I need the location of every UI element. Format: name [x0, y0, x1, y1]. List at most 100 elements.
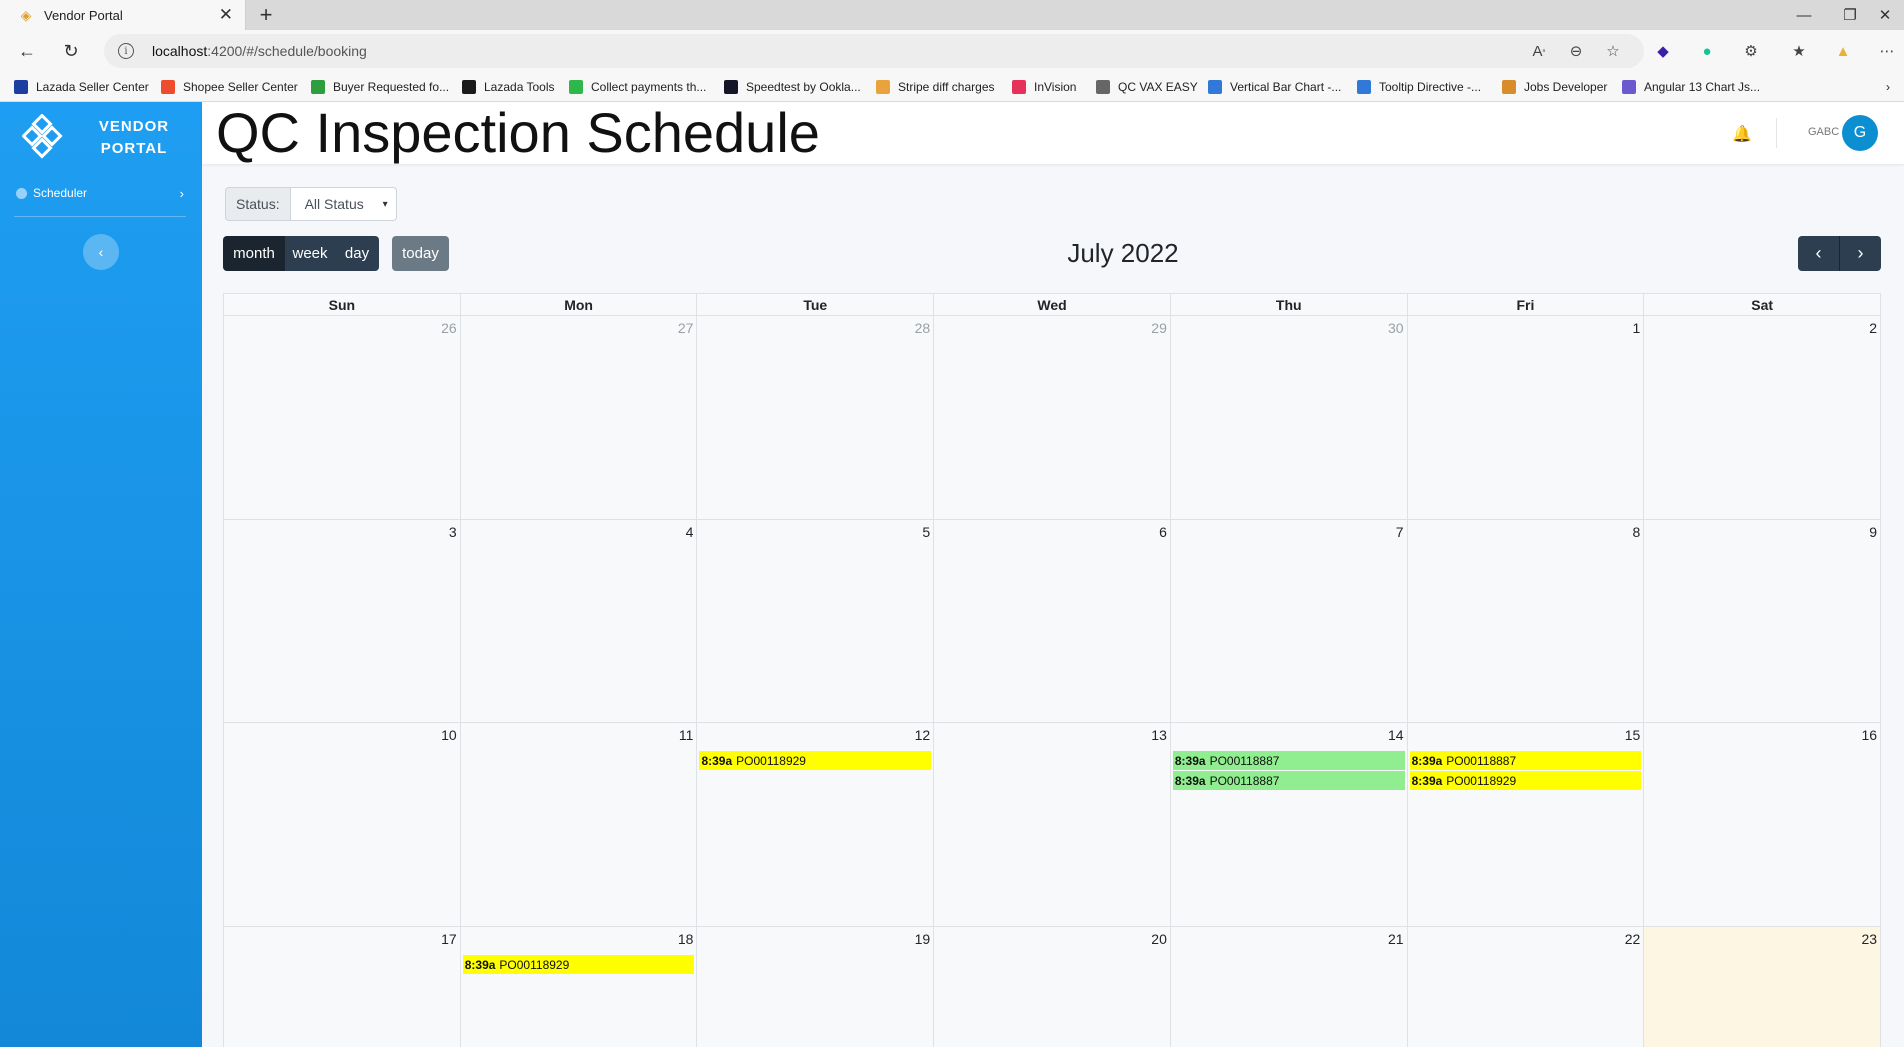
calendar-day-cell[interactable]: 17	[224, 927, 460, 1047]
day-number[interactable]: 11	[679, 727, 694, 743]
calendar-day-cell[interactable]: 2	[1643, 316, 1881, 519]
calendar-day-cell[interactable]: 30	[1169, 316, 1407, 519]
bell-icon[interactable]: 🔔	[1732, 124, 1752, 144]
bookmark-item[interactable]: Lazada Tools	[462, 78, 555, 96]
day-number[interactable]: 30	[1388, 320, 1404, 336]
url-field[interactable]: i localhost:4200/#/schedule/booking	[104, 34, 1644, 68]
calendar-day-cell[interactable]: 13	[933, 723, 1170, 926]
calendar-day-cell[interactable]: 19	[696, 927, 934, 1047]
more-options-icon[interactable]: ⋯	[1876, 40, 1898, 62]
bookmark-item[interactable]: Shopee Seller Center	[161, 78, 298, 96]
close-tab-icon[interactable]: ✕	[219, 5, 233, 25]
today-button[interactable]: today	[392, 236, 449, 271]
calendar-day-cell[interactable]: 10	[224, 723, 460, 926]
bookmark-item[interactable]: Tooltip Directive -...	[1357, 78, 1481, 96]
collapse-sidebar-button[interactable]: ‹	[83, 234, 119, 270]
calendar-day-cell[interactable]: 4	[459, 520, 697, 722]
sidebar-item-scheduler[interactable]: Scheduler ›	[12, 182, 188, 204]
calendar-day-cell[interactable]: 22	[1406, 927, 1644, 1047]
calendar-day-cell[interactable]: 12 8:39a PO00118929	[696, 723, 934, 926]
extension-icon[interactable]: ◆	[1652, 40, 1674, 62]
back-icon[interactable]: ←	[12, 36, 42, 66]
calendar-event[interactable]: 8:39a PO00118929	[1409, 771, 1642, 790]
bookmark-item[interactable]: Buyer Requested fo...	[311, 78, 449, 96]
day-number[interactable]: 28	[915, 320, 931, 336]
day-number[interactable]: 7	[1396, 524, 1404, 540]
next-month-button[interactable]: ›	[1839, 236, 1881, 271]
calendar-day-cell[interactable]: 14 8:39a PO00118887 8:39a PO00118887	[1169, 723, 1407, 926]
bookmark-item[interactable]: Angular 13 Chart Js...	[1622, 78, 1760, 96]
refresh-icon[interactable]: ↻	[56, 36, 86, 66]
calendar-day-cell[interactable]: 29	[933, 316, 1170, 519]
calendar-day-cell[interactable]: 11	[459, 723, 697, 926]
day-number[interactable]: 16	[1861, 727, 1877, 743]
bookmark-item[interactable]: Lazada Seller Center	[14, 78, 149, 96]
bookmark-item[interactable]: Jobs Developer	[1502, 78, 1607, 96]
favorite-add-icon[interactable]: ☆	[1602, 40, 1624, 62]
calendar-day-cell[interactable]: 9	[1643, 520, 1881, 722]
day-number[interactable]: 29	[1151, 320, 1167, 336]
day-number[interactable]: 3	[449, 524, 457, 540]
calendar-day-cell[interactable]: 1	[1406, 316, 1644, 519]
day-number[interactable]: 10	[441, 727, 457, 743]
calendar-day-cell[interactable]: 3	[224, 520, 460, 722]
extensions-icon[interactable]: ⚙	[1740, 40, 1762, 62]
day-number[interactable]: 15	[1625, 727, 1641, 743]
calendar-day-cell[interactable]: 20	[933, 927, 1170, 1047]
read-aloud-icon[interactable]: Aⁿ	[1528, 40, 1550, 62]
day-number[interactable]: 26	[441, 320, 457, 336]
bookmark-item[interactable]: InVision	[1012, 78, 1076, 96]
day-number[interactable]: 8	[1633, 524, 1641, 540]
calendar-event[interactable]: 8:39a PO00118929	[699, 751, 932, 770]
site-info-icon[interactable]: i	[118, 43, 134, 59]
calendar-day-cell[interactable]: 8	[1406, 520, 1644, 722]
profile-icon[interactable]: ▲	[1832, 40, 1854, 62]
calendar-day-cell[interactable]: 16	[1643, 723, 1881, 926]
calendar-event[interactable]: 8:39a PO00118887	[1409, 751, 1642, 770]
calendar-event[interactable]: 8:39a PO00118929	[462, 955, 695, 974]
bookmark-item[interactable]: QC VAX EASY	[1096, 78, 1198, 96]
calendar-day-cell[interactable]: 23	[1643, 927, 1881, 1047]
favorites-icon[interactable]: ★	[1788, 40, 1810, 62]
day-number[interactable]: 21	[1388, 931, 1404, 947]
zoom-icon[interactable]: ⊖	[1565, 40, 1587, 62]
calendar-day-cell[interactable]: 26	[224, 316, 460, 519]
minimize-icon[interactable]: —	[1782, 0, 1826, 30]
calendar-event[interactable]: 8:39a PO00118887	[1172, 751, 1405, 770]
browser-tab[interactable]: ◈ Vendor Portal ✕	[0, 0, 246, 30]
day-number[interactable]: 1	[1633, 320, 1641, 336]
week-view-button[interactable]: week	[285, 236, 335, 271]
calendar-day-cell[interactable]: 15 8:39a PO00118887 8:39a PO00118929	[1406, 723, 1644, 926]
bookmark-item[interactable]: Stripe diff charges	[876, 78, 995, 96]
day-number[interactable]: 6	[1159, 524, 1167, 540]
calendar-day-cell[interactable]: 7	[1169, 520, 1407, 722]
day-number[interactable]: 18	[678, 931, 694, 947]
calendar-day-cell[interactable]: 27	[459, 316, 697, 519]
calendar-day-cell[interactable]: 28	[696, 316, 934, 519]
calendar-event[interactable]: 8:39a PO00118887	[1172, 771, 1405, 790]
day-number[interactable]: 14	[1388, 727, 1404, 743]
avatar[interactable]: G	[1842, 115, 1878, 151]
day-number[interactable]: 22	[1625, 931, 1641, 947]
new-tab-icon[interactable]: +	[253, 2, 279, 28]
calendar-day-cell[interactable]: 21	[1169, 927, 1407, 1047]
day-number[interactable]: 12	[915, 727, 931, 743]
grammarly-icon[interactable]: ●	[1696, 40, 1718, 62]
calendar-day-cell[interactable]: 18 8:39a PO00118929	[459, 927, 697, 1047]
bookmark-item[interactable]: Vertical Bar Chart -...	[1208, 78, 1341, 96]
day-number[interactable]: 19	[915, 931, 931, 947]
day-number[interactable]: 13	[1151, 727, 1167, 743]
day-number[interactable]: 27	[678, 320, 694, 336]
day-view-button[interactable]: day	[335, 236, 379, 271]
close-window-icon[interactable]: ✕	[1866, 0, 1904, 30]
day-number[interactable]: 5	[922, 524, 930, 540]
day-number[interactable]: 9	[1869, 524, 1877, 540]
day-number[interactable]: 20	[1151, 931, 1167, 947]
day-number[interactable]: 17	[441, 931, 457, 947]
bookmark-item[interactable]: Speedtest by Ookla...	[724, 78, 861, 96]
calendar-day-cell[interactable]: 6	[933, 520, 1170, 722]
day-number[interactable]: 2	[1869, 320, 1877, 336]
bookmark-item[interactable]: Collect payments th...	[569, 78, 706, 96]
month-view-button[interactable]: month	[223, 236, 285, 271]
day-number[interactable]: 23	[1861, 931, 1877, 947]
